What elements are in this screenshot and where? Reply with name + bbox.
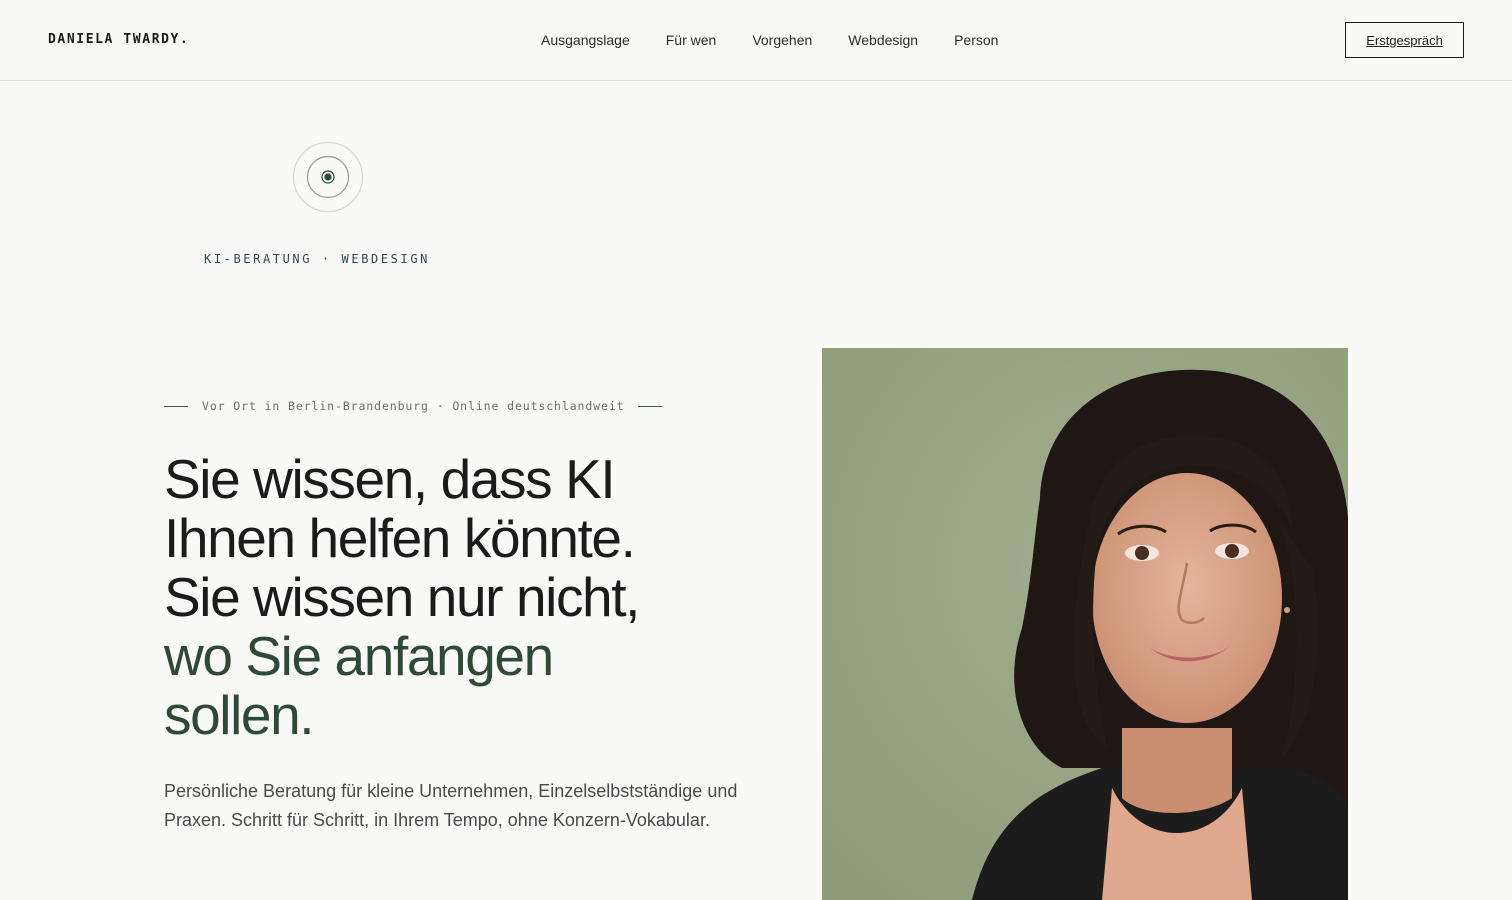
portrait-photo (822, 348, 1348, 900)
location-rule-right (638, 405, 663, 407)
location-line: Vor Ort in Berlin-Brandenburg · Online d… (164, 399, 663, 413)
main-nav: Ausgangslage Für wen Vorgehen Webdesign … (541, 32, 998, 48)
headline-accent-line: sollen. (164, 684, 315, 746)
nav-item-person[interactable]: Person (954, 32, 998, 48)
site-header: DANIELA TWARDY. Ausgangslage Für wen Vor… (0, 0, 1512, 81)
headline-accent-line: wo Sie anfangen (164, 625, 554, 687)
service-eyebrow: KI-BERATUNG · WEBDESIGN (204, 252, 430, 266)
nav-item-webdesign[interactable]: Webdesign (848, 32, 918, 48)
target-icon (292, 141, 364, 213)
nav-item-ausgangslage[interactable]: Ausgangslage (541, 32, 630, 48)
headline-line: Ihnen helfen könnte. (164, 507, 636, 569)
hero-headline: Sie wissen, dass KI Ihnen helfen könnte.… (164, 450, 764, 745)
headline-line: Sie wissen nur nicht, (164, 566, 640, 628)
headline-line: Sie wissen, dass KI (164, 448, 616, 510)
nav-item-vorgehen[interactable]: Vorgehen (752, 32, 812, 48)
site-logo[interactable]: DANIELA TWARDY. (48, 32, 189, 47)
hero-lead-text: Persönliche Beratung für kleine Unterneh… (164, 781, 738, 830)
nav-item-fuer-wen[interactable]: Für wen (666, 32, 717, 48)
location-rule-left (164, 405, 188, 407)
location-text: Vor Ort in Berlin-Brandenburg · Online d… (202, 399, 625, 413)
erstgespraech-button[interactable]: Erstgespräch (1345, 22, 1464, 58)
